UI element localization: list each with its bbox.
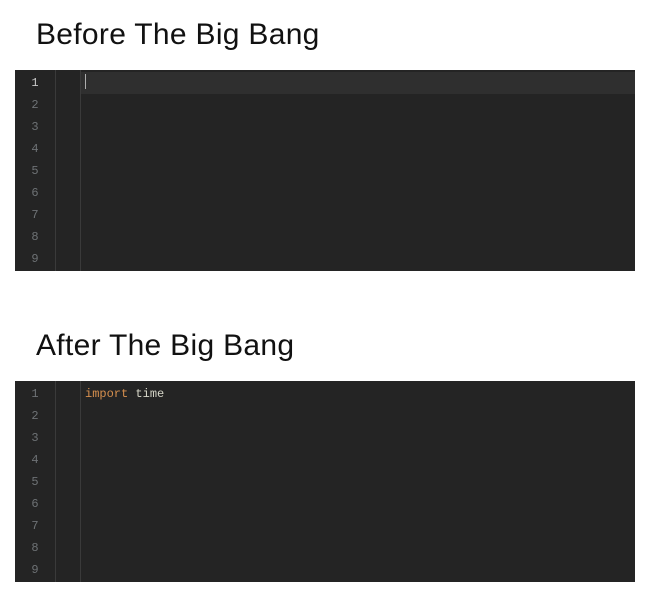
keyword-token: import: [85, 387, 128, 401]
line-number: 9: [15, 559, 55, 581]
line-number: 8: [15, 537, 55, 559]
indent-guide: [56, 381, 81, 582]
heading-after: After The Big Bang: [36, 329, 650, 363]
code-line[interactable]: import time: [85, 383, 635, 405]
line-number: 8: [15, 226, 55, 248]
line-gutter: 1 2 3 4 5 6 7 8 9: [15, 381, 55, 582]
line-number: 5: [15, 471, 55, 493]
line-number: 1: [15, 72, 55, 94]
text-cursor-icon: [85, 74, 86, 89]
line-number: 2: [15, 405, 55, 427]
code-line[interactable]: [85, 72, 635, 94]
line-number: 4: [15, 138, 55, 160]
line-number: 3: [15, 116, 55, 138]
line-number: 9: [15, 248, 55, 270]
line-number: 7: [15, 515, 55, 537]
line-number: 5: [15, 160, 55, 182]
module-token: time: [135, 387, 164, 401]
code-area[interactable]: [81, 70, 635, 271]
heading-before: Before The Big Bang: [36, 18, 650, 52]
code-editor-before[interactable]: 1 2 3 4 5 6 7 8 9: [15, 70, 635, 271]
code-editor-after[interactable]: 1 2 3 4 5 6 7 8 9 import time: [15, 381, 635, 582]
line-number: 3: [15, 427, 55, 449]
line-number: 4: [15, 449, 55, 471]
code-area[interactable]: import time: [81, 381, 635, 582]
indent-guide: [56, 70, 81, 271]
line-number: 1: [15, 383, 55, 405]
line-number: 2: [15, 94, 55, 116]
line-number: 6: [15, 493, 55, 515]
line-number: 6: [15, 182, 55, 204]
line-gutter: 1 2 3 4 5 6 7 8 9: [15, 70, 55, 271]
line-number: 7: [15, 204, 55, 226]
